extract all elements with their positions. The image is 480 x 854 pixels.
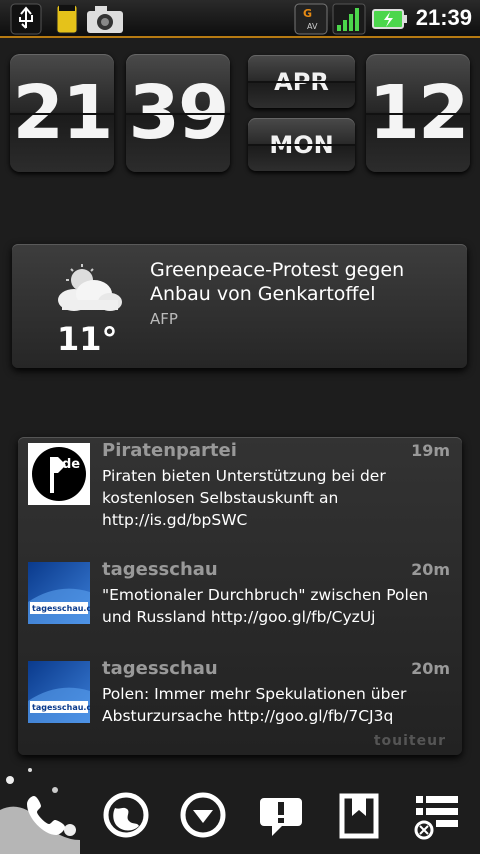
piratenpartei-avatar: de [28,443,90,505]
tagesschau-avatar: tagesschau.de [28,562,98,624]
tagesschau-avatar: tagesschau.de [28,661,98,723]
tweet-text[interactable]: Polen: Immer mehr Spekulationen über Abs… [102,683,452,727]
twitter-widget[interactable]: de Piratenpartei 19m Piraten bieten Unte… [18,437,462,755]
phone-icon[interactable] [22,790,72,840]
svg-text:G: G [303,7,312,20]
svg-text:tagesschau.de: tagesschau.de [32,604,90,613]
tweet-time: 19m [411,441,450,460]
partly-cloudy-icon [52,264,124,318]
notification-icon[interactable] [256,790,306,840]
tweet-author: tagesschau [102,658,218,679]
status-time: 21:39 [415,5,472,30]
bookmark-icon[interactable] [334,790,384,840]
battery-charging-icon [372,9,408,33]
clock-hour: 21 [10,54,114,172]
camera-icon [85,3,125,39]
tweet-text[interactable]: "Emotionaler Durchbruch" zwischen Polen … [102,584,452,628]
news-headline[interactable]: Greenpeace-Protest gegen Anbau von Genka… [150,258,450,306]
tweet-item[interactable]: tagesschau.de tagesschau 20m Polen: Imme… [18,655,462,745]
widget-brand: touiteur [373,733,446,749]
tweet-time: 20m [411,560,450,579]
tweet-item[interactable]: de Piratenpartei 19m Piraten bieten Unte… [18,437,462,529]
news-source: AFP [150,310,178,328]
clock-minute: 39 [126,54,230,172]
tweet-author: tagesschau [102,559,218,580]
clock-weekday: MON [248,118,355,171]
tweet-time: 20m [411,659,450,678]
tweet-author: Piratenpartei [102,440,237,461]
temperature: 11° [57,320,118,358]
browser-icon[interactable] [101,790,151,840]
tweet-item[interactable]: tagesschau.de tagesschau 20m "Emotionale… [18,556,462,646]
usb-icon [10,3,42,39]
clock-day: 12 [366,54,470,172]
list-settings-icon[interactable] [412,790,462,840]
status-bar: G AV 21:39 [0,0,480,38]
tweet-text[interactable]: Piraten bieten Unterstützung bei der kos… [102,465,452,531]
download-icon[interactable] [178,790,228,840]
gps-gravity-icon: G AV [294,3,328,39]
sd-card-icon [55,3,79,39]
svg-text:AV: AV [307,22,318,31]
svg-text:tagesschau.de: tagesschau.de [32,703,90,712]
clock-month: APR [248,55,355,108]
weather-news-widget[interactable]: 11° Greenpeace-Protest gegen Anbau von G… [12,244,467,368]
signal-strength-icon [332,3,366,39]
